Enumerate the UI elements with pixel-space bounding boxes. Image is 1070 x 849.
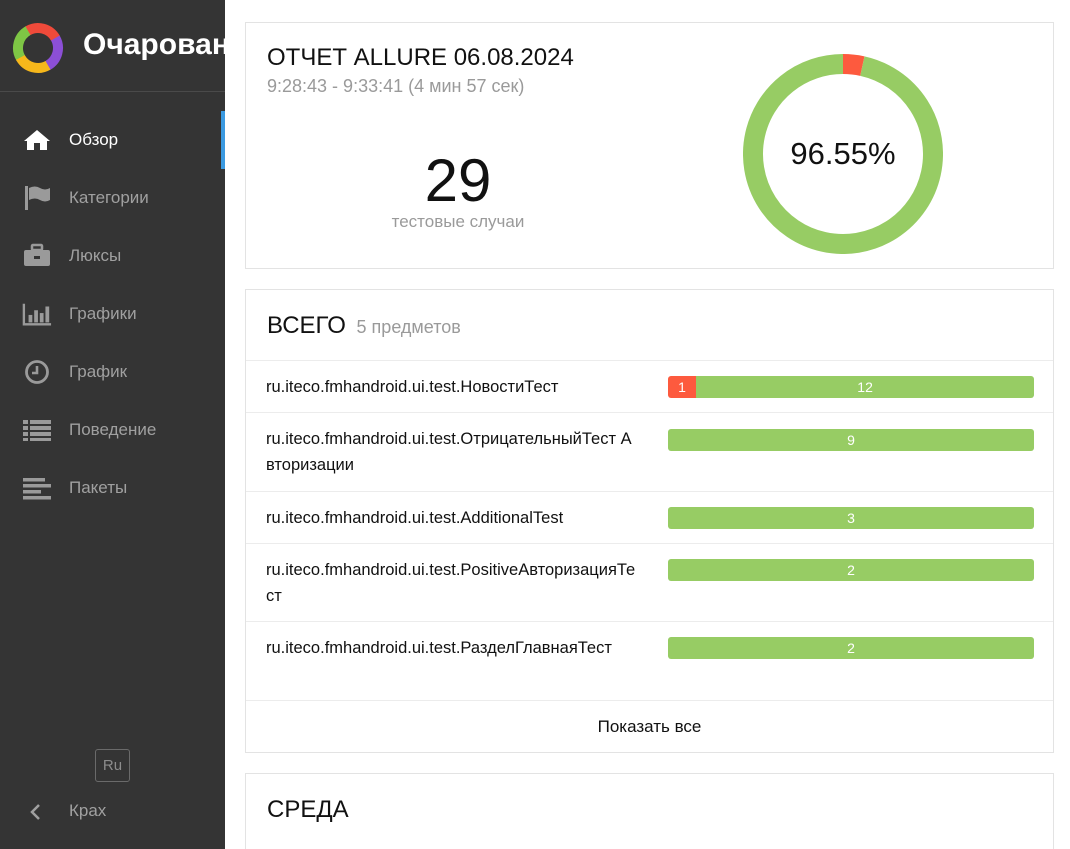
suite-status-bar: 3 bbox=[668, 507, 1034, 529]
show-all-link[interactable]: Показать все bbox=[246, 701, 1053, 752]
suite-status-bar: 2 bbox=[668, 637, 1034, 659]
sidebar-item-label: Люксы bbox=[69, 246, 122, 265]
flag-icon bbox=[22, 185, 52, 211]
brand[interactable]: Очарование bbox=[0, 0, 225, 92]
sidebar-item-label: График bbox=[69, 362, 128, 381]
test-count: 29 bbox=[424, 147, 492, 214]
test-count-label: тестовые случаи bbox=[391, 212, 525, 231]
suite-row[interactable]: ru.iteco.fmhandroid.ui.test.AdditionalTe… bbox=[246, 492, 1053, 544]
failed-segment: 1 bbox=[668, 376, 697, 398]
suite-name: ru.iteco.fmhandroid.ui.test.НовостиТест bbox=[266, 378, 559, 396]
suite-row[interactable]: ru.iteco.fmhandroid.ui.test.PositiveАвто… bbox=[246, 544, 1053, 622]
active-marker bbox=[221, 111, 225, 169]
align-left-icon bbox=[22, 475, 52, 501]
suite-row[interactable]: ru.iteco.fmhandroid.ui.test.Отрицательны… bbox=[246, 413, 1053, 492]
pass-rate-label: 96.55% bbox=[790, 136, 896, 171]
home-icon bbox=[22, 127, 52, 153]
suites-count: 5 предметов bbox=[356, 317, 461, 337]
bar-chart-icon bbox=[22, 301, 52, 327]
summary-widget: ОТЧЕТ ALLURE 06.08.2024 9:28:43 - 9:33:4… bbox=[245, 22, 1054, 269]
sidebar-item-categories[interactable]: Категории bbox=[0, 169, 225, 227]
collapse-button[interactable]: Крах bbox=[0, 790, 225, 834]
sidebar-item-timeline[interactable]: График bbox=[0, 343, 225, 401]
sidebar-item-overview[interactable]: Обзор bbox=[0, 111, 225, 169]
sidebar-item-behaviors[interactable]: Поведение bbox=[0, 401, 225, 459]
suite-status-bar: 1 12 bbox=[668, 376, 1034, 398]
suite-name: ru.iteco.fmhandroid.ui.test.РазделГлавна… bbox=[266, 639, 612, 657]
language-switch[interactable]: Ru bbox=[95, 749, 130, 782]
sidebar-item-graphs[interactable]: Графики bbox=[0, 285, 225, 343]
sidebar-nav: Обзор Категории Люксы Графики График Пов… bbox=[0, 111, 225, 517]
passed-segment: 12 bbox=[696, 376, 1034, 398]
sidebar-item-label: Обзор bbox=[69, 130, 119, 149]
sidebar-item-label: Поведение bbox=[69, 420, 157, 439]
sidebar-item-label: Категории bbox=[69, 188, 149, 207]
environment-widget: СРЕДА bbox=[245, 773, 1054, 849]
sidebar-item-packages[interactable]: Пакеты bbox=[0, 459, 225, 517]
suites-title: ВСЕГО 5 предметов bbox=[267, 312, 461, 340]
clock-icon bbox=[22, 359, 52, 385]
passed-segment: 2 bbox=[668, 559, 1034, 581]
chevron-left-icon bbox=[30, 804, 40, 820]
report-title: ОТЧЕТ ALLURE 06.08.2024 bbox=[267, 44, 574, 71]
briefcase-icon bbox=[22, 243, 52, 269]
sidebar-item-label: Пакеты bbox=[69, 478, 128, 497]
sidebar-item-suites[interactable]: Люксы bbox=[0, 227, 225, 285]
allure-logo-icon bbox=[12, 22, 63, 73]
passed-segment: 2 bbox=[668, 637, 1034, 659]
suite-row[interactable]: ru.iteco.fmhandroid.ui.test.РазделГлавна… bbox=[246, 622, 1053, 701]
brand-title: Очарование bbox=[83, 28, 225, 61]
suite-name: ru.iteco.fmhandroid.ui.test.AdditionalTe… bbox=[266, 509, 564, 527]
suite-name: ru.iteco.fmhandroid.ui.test.Отрицательны… bbox=[266, 430, 632, 474]
environment-title: СРЕДА bbox=[267, 796, 349, 823]
collapse-label: Крах bbox=[69, 801, 107, 820]
suite-status-bar: 2 bbox=[668, 559, 1034, 581]
suites-header: ВСЕГО 5 предметов bbox=[246, 290, 1053, 361]
suites-widget: ВСЕГО 5 предметов ru.iteco.fmhandroid.ui… bbox=[245, 289, 1054, 753]
suite-row[interactable]: ru.iteco.fmhandroid.ui.test.НовостиТест … bbox=[246, 361, 1053, 413]
suite-status-bar: 9 bbox=[668, 429, 1034, 451]
sidebar: Очарование Обзор Категории Люксы Гр bbox=[0, 0, 225, 849]
suite-name: ru.iteco.fmhandroid.ui.test.PositiveАвто… bbox=[266, 561, 636, 605]
suites-title-text: ВСЕГО bbox=[267, 312, 346, 339]
passed-segment: 3 bbox=[668, 507, 1034, 529]
sidebar-item-label: Графики bbox=[69, 304, 137, 323]
passed-segment: 9 bbox=[668, 429, 1034, 451]
report-time-range: 9:28:43 - 9:33:41 (4 мин 57 сек) bbox=[267, 76, 525, 96]
list-icon bbox=[22, 417, 52, 443]
